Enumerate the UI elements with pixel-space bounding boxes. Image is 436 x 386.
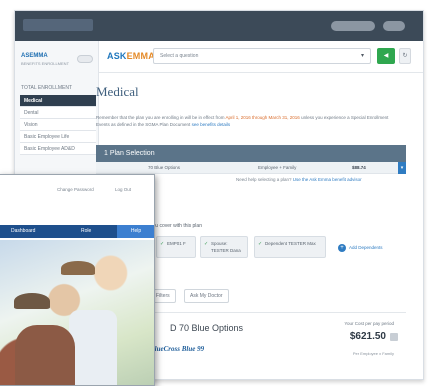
- logo-suffix: EMMA: [126, 51, 155, 61]
- help-link[interactable]: Use the Ask Emma benefit advisor: [293, 177, 362, 182]
- ask-emma-logo: ASKEMMA: [107, 51, 155, 61]
- check-icon: ✓: [160, 241, 165, 247]
- add-dependents-link[interactable]: + Add Dependents: [338, 244, 383, 252]
- nav-help[interactable]: Help: [117, 225, 154, 238]
- father-hat: [14, 293, 50, 309]
- question-select-placeholder: Select a question: [160, 53, 199, 59]
- coverage-line: you cover with this plan: [150, 223, 202, 229]
- topbar-user-pill[interactable]: [331, 21, 375, 31]
- portal-toplinks: Change Password Log Out: [0, 175, 154, 205]
- plan-selection-row[interactable]: 70 Blue Options Employee + Family $88.74…: [96, 162, 406, 174]
- sidebar-brand-subtitle: BENEFITS ENROLLMENT: [21, 61, 70, 66]
- plus-icon: +: [338, 244, 346, 252]
- enrollment-notice: Remember that the plan you are enrolling…: [96, 114, 400, 128]
- sidebar-item-basic-add[interactable]: Basic Employee AD&D: [20, 143, 96, 155]
- ask-my-doctor-button[interactable]: Ask My Doctor: [184, 289, 229, 303]
- logo-prefix: ASK: [107, 51, 127, 61]
- plan-card[interactable]: D 70 Blue Options BlueCross Blue 99 Your…: [144, 312, 406, 370]
- child-shirt: [69, 310, 117, 385]
- sidebar-item-basic-life[interactable]: Basic Employee Life: [20, 131, 96, 143]
- dependent-chip[interactable]: ✓ EMP01 F: [156, 236, 196, 258]
- help-prefix: Need help selecting a plan?: [236, 177, 293, 182]
- sidebar-item-dental[interactable]: Dental: [20, 107, 96, 119]
- plan-selection-header[interactable]: 1 Plan Selection: [96, 145, 406, 162]
- plan-card-name: D 70 Blue Options: [170, 323, 244, 333]
- portal-nav: Dashboard Role Help: [0, 225, 154, 238]
- chevron-down-icon: ▾: [360, 53, 364, 59]
- add-dependents-label: Add Dependents: [349, 245, 383, 250]
- nav-role[interactable]: Role: [81, 225, 91, 238]
- change-password-link[interactable]: Change Password: [57, 187, 94, 192]
- sidebar-item-vision[interactable]: Vision: [20, 119, 96, 131]
- sidebar-brand: ASEMMA: [21, 53, 48, 59]
- dependent-chip[interactable]: ✓ Dependent TESTER Max: [254, 236, 326, 258]
- sidebar-section-header: TOTAL ENROLLMENT: [21, 85, 73, 91]
- notice-date-range: April 1, 2016 through March 31, 2016: [225, 115, 300, 120]
- plan-carrier-logo: BlueCross Blue 99: [150, 345, 205, 353]
- page-title: Medical: [96, 84, 139, 99]
- sidebar-item-medical[interactable]: Medical: [20, 95, 96, 107]
- audio-button[interactable]: ◀: [377, 48, 395, 64]
- info-icon[interactable]: [390, 333, 398, 341]
- plan-cost-label: Your Cost per pay period: [344, 321, 394, 326]
- father-figure: [15, 325, 75, 385]
- refresh-button[interactable]: ↻: [399, 48, 411, 64]
- logout-link[interactable]: Log Out: [115, 187, 131, 192]
- plan-help-line: Need help selecting a plan? Use the Ask …: [236, 177, 362, 182]
- check-icon: ✓: [258, 241, 263, 247]
- dependent-chip-label: Spouse: TESTER Dana: [211, 241, 241, 253]
- plan-row-plan: 70 Blue Options: [148, 165, 181, 170]
- window-topbar: [15, 11, 423, 41]
- dependent-chip-label: Dependent TESTER Max: [265, 241, 316, 246]
- check-icon: ✓: [204, 241, 209, 247]
- nav-dashboard[interactable]: Dashboard: [11, 225, 35, 238]
- topbar-logo: [23, 19, 93, 31]
- question-select[interactable]: Select a question ▾: [153, 48, 371, 64]
- portal-window: Change Password Log Out Dashboard Role H…: [0, 174, 155, 386]
- content-header: ASKEMMA Select a question ▾ ◀ ↻: [99, 41, 423, 73]
- topbar-menu-pill[interactable]: [383, 21, 405, 31]
- sidebar-toggle[interactable]: [77, 55, 93, 63]
- plan-row-amount: $88.74: [352, 165, 366, 170]
- notice-link[interactable]: see benefits details: [192, 122, 231, 127]
- child-hat: [61, 261, 95, 275]
- chevron-down-icon[interactable]: ▾: [398, 162, 406, 174]
- dependent-chip-label: EMP01 F: [167, 241, 186, 246]
- plan-cost-value: $621.50: [349, 331, 386, 342]
- dependent-chip[interactable]: ✓ Spouse: TESTER Dana: [200, 236, 248, 258]
- sidebar-list: Medical Dental Vision Basic Employee Lif…: [20, 95, 96, 155]
- plan-cost-sub: Per Employee x Family: [352, 351, 394, 356]
- notice-text-1: Remember that the plan you are enrolling…: [96, 115, 226, 120]
- plan-row-coverage: Employee + Family: [258, 165, 297, 170]
